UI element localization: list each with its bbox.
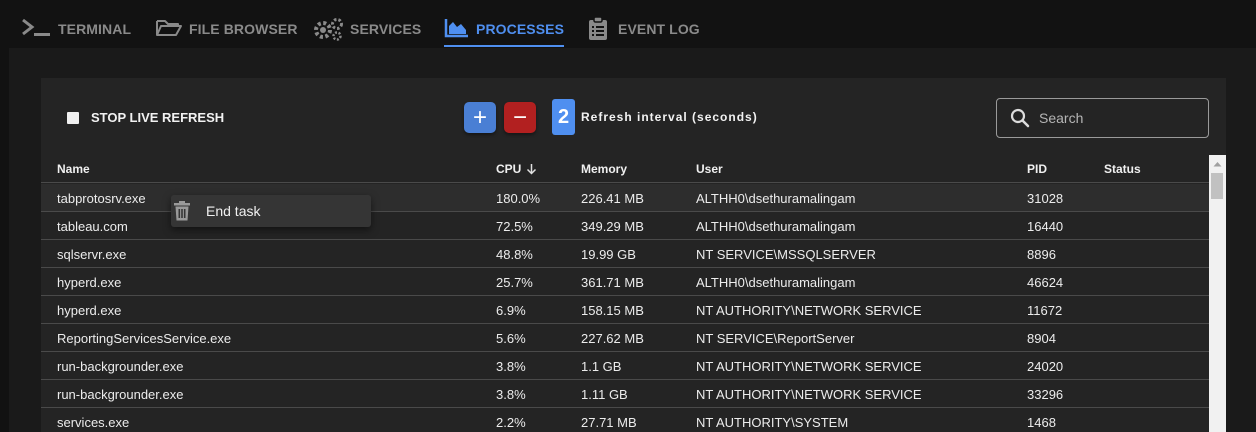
cell-name: run-backgrounder.exe [57,387,184,402]
scrollbar-thumb[interactable] [1211,173,1223,199]
increase-interval-button[interactable]: + [464,102,496,133]
terminal-icon [22,18,50,36]
tab-terminal[interactable]: TERMINAL [20,8,131,48]
column-header-cpu-label: CPU [496,162,522,176]
caret-up-icon [1213,161,1222,166]
cell-user: NT SERVICE\MSSQLSERVER [696,247,876,262]
cell-name: hyperd.exe [57,275,122,290]
cell-cpu: 48.8% [496,247,533,262]
cell-pid: 1468 [1027,415,1056,430]
tab-terminal-label: TERMINAL [58,21,132,37]
cell-memory: 1.11 GB [581,387,628,402]
table-row[interactable]: hyperd.exe 25.7% 361.71 MB ALTHH0\dsethu… [41,268,1209,296]
context-menu-end-task[interactable]: End task [171,195,371,227]
column-header-cpu[interactable]: CPU [496,162,537,176]
table-row[interactable]: sqlservr.exe 48.8% 19.99 GB NT SERVICE\M… [41,240,1209,268]
cell-name: tableau.com [57,219,128,234]
cell-cpu: 5.6% [496,331,526,346]
cell-pid: 31028 [1027,191,1064,206]
tab-bar: TERMINAL FILE BROWSER SERVICES PROCESSES [0,0,1256,48]
end-task-label: End task [206,203,261,219]
tab-event-log-label: EVENT LOG [618,21,700,37]
column-header-user[interactable]: User [696,162,723,176]
gears-icon [314,18,343,41]
cell-memory: 1.1 GB [581,359,622,374]
cell-cpu: 2.2% [496,415,526,430]
tab-file-browser[interactable]: FILE BROWSER [155,8,298,48]
search-box[interactable] [996,98,1209,138]
cell-user: NT AUTHORITY\NETWORK SERVICE [696,387,922,402]
column-header-status[interactable]: Status [1104,162,1141,176]
cell-pid: 24020 [1027,359,1064,374]
cell-pid: 8904 [1027,331,1056,346]
column-header-name-label: Name [57,162,90,176]
stop-live-refresh-label[interactable]: STOP LIVE REFRESH [91,110,224,125]
trash-icon [174,201,190,221]
sort-descending-icon [527,164,537,175]
column-header-memory-label: Memory [581,162,628,176]
table-row[interactable]: hyperd.exe 6.9% 158.15 MB NT AUTHORITY\N… [41,296,1209,324]
cell-user: NT SERVICE\ReportServer [696,331,855,346]
cell-pid: 8896 [1027,247,1056,262]
stop-live-refresh-checkbox[interactable] [67,112,79,124]
tab-event-log[interactable]: EVENT LOG [586,8,700,48]
clipboard-list-icon [589,16,607,40]
cell-cpu: 3.8% [496,387,526,402]
cell-name: run-backgrounder.exe [57,359,184,374]
cell-user: ALTHH0\dsethuramalingam [696,191,856,206]
column-header-name[interactable]: Name [57,162,90,176]
tab-file-browser-label: FILE BROWSER [189,21,298,37]
table-row[interactable]: ReportingServicesService.exe 5.6% 227.62… [41,324,1209,352]
search-input[interactable] [1039,110,1189,126]
cell-name: sqlservr.exe [57,247,127,262]
tab-services[interactable]: SERVICES [312,8,421,48]
cell-user: ALTHH0\dsethuramalingam [696,219,856,234]
cell-cpu: 72.5% [496,219,533,234]
cell-user: NT AUTHORITY\NETWORK SERVICE [696,303,922,318]
cell-pid: 33296 [1027,387,1064,402]
area-chart-icon [444,19,468,38]
column-header-user-label: User [696,162,723,176]
cell-name: ReportingServicesService.exe [57,331,232,346]
cell-name: hyperd.exe [57,303,122,318]
table-row[interactable]: run-backgrounder.exe 3.8% 1.11 GB NT AUT… [41,380,1209,408]
cell-user: ALTHH0\dsethuramalingam [696,275,856,290]
cell-cpu: 3.8% [496,359,526,374]
cell-pid: 46624 [1027,275,1064,290]
folder-open-icon [156,20,182,36]
tab-processes[interactable]: PROCESSES [444,8,565,48]
scroll-up-button[interactable] [1209,155,1226,172]
cell-pid: 11672 [1027,303,1063,318]
cell-memory: 227.62 MB [581,331,644,346]
tab-processes-label: PROCESSES [476,21,565,37]
cell-cpu: 25.7% [496,275,533,290]
cell-user: NT AUTHORITY\SYSTEM [696,415,849,430]
cell-name: services.exe [57,415,130,430]
refresh-interval-label: Refresh interval (seconds) [581,110,758,124]
refresh-interval-value: 2 [552,99,575,135]
cell-memory: 349.29 MB [581,219,644,234]
cell-memory: 19.99 GB [581,247,636,262]
table-header: Name CPU Memory User PID Status [41,155,1209,183]
column-header-status-label: Status [1104,162,1141,176]
cell-memory: 361.71 MB [581,275,644,290]
tab-services-label: SERVICES [350,21,422,37]
column-header-pid-label: PID [1027,162,1048,176]
cell-cpu: 6.9% [496,303,526,318]
cell-pid: 16440 [1027,219,1064,234]
decrease-interval-button[interactable]: − [504,102,536,133]
cell-memory: 226.41 MB [581,191,644,206]
column-header-memory[interactable]: Memory [581,162,627,176]
cell-memory: 158.15 MB [581,303,644,318]
cell-cpu: 180.0% [496,191,541,206]
table-row[interactable]: services.exe 2.2% 27.71 MB NT AUTHORITY\… [41,408,1209,432]
cell-memory: 27.71 MB [581,415,637,430]
table-row[interactable]: run-backgrounder.exe 3.8% 1.1 GB NT AUTH… [41,352,1209,380]
cell-user: NT AUTHORITY\NETWORK SERVICE [696,359,922,374]
column-header-pid[interactable]: PID [1027,162,1047,176]
search-icon [1010,108,1030,128]
cell-name: tabprotosrv.exe [57,191,146,206]
